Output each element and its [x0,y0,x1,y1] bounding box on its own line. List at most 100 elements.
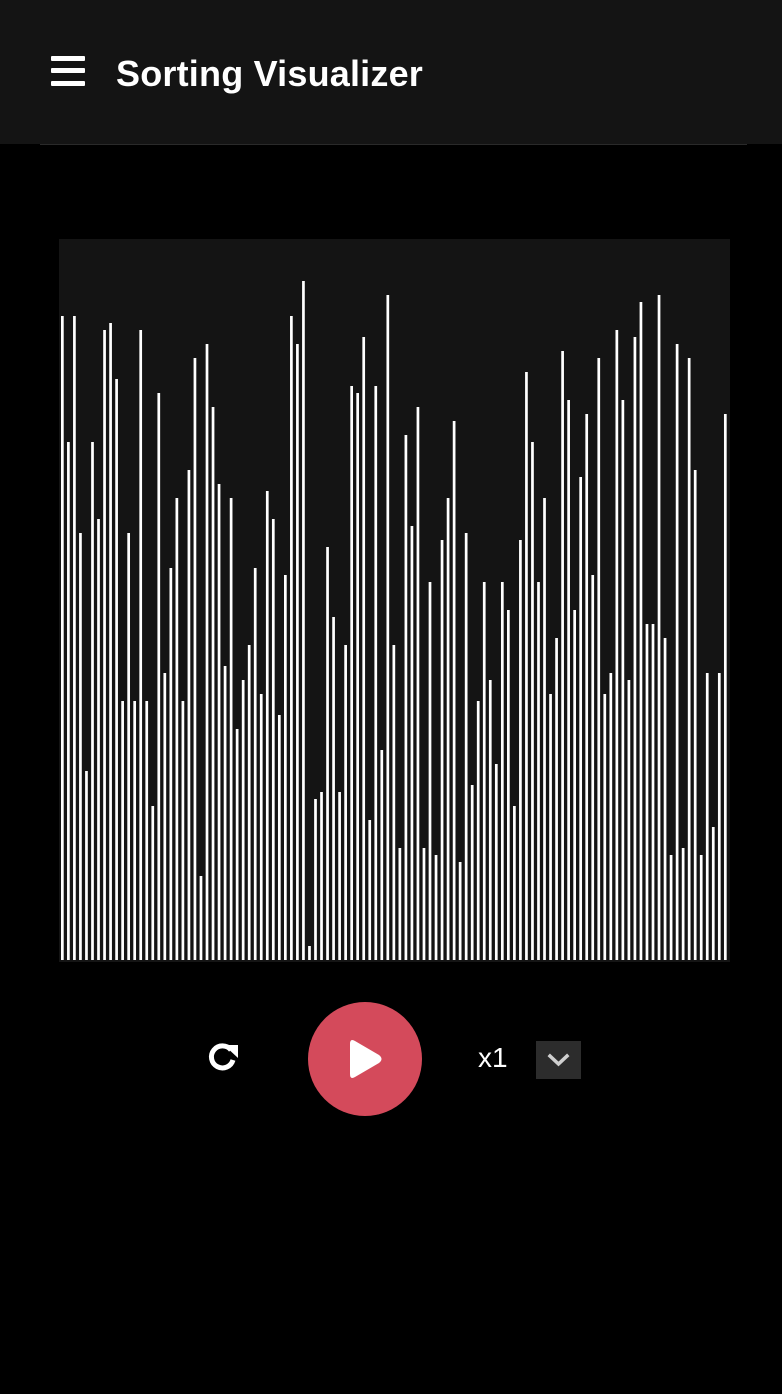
array-bar [308,946,311,960]
array-bar [139,330,143,960]
chevron-down-icon [547,1053,570,1067]
array-bar [67,442,70,960]
array-bar [591,575,595,960]
array-bar [181,701,185,960]
array-bar [338,792,341,960]
app-header: Sorting Visualizer [0,0,782,144]
array-bar [374,386,378,960]
array-bar [543,498,546,960]
array-bar [615,330,619,960]
array-bar [211,407,215,960]
array-bar [507,610,510,960]
array-bar [717,673,721,960]
array-bar [519,540,522,960]
array-bar [386,295,390,960]
array-bar [61,316,64,960]
array-bar [109,323,112,960]
bars-chart [61,281,727,960]
array-bar [344,645,347,960]
array-bar [205,344,209,960]
array-bar [579,477,583,960]
sorting-visualization-panel [59,239,730,962]
play-button[interactable] [308,1002,422,1116]
array-bar [603,694,607,960]
array-bar [525,372,528,960]
array-bar [229,498,233,960]
array-bar [555,638,558,960]
array-bar [458,862,462,960]
menu-button[interactable] [50,54,86,90]
array-bar [627,680,631,960]
array-bar [482,582,486,960]
array-bar [585,414,589,960]
array-bar [699,855,703,960]
array-bar [163,673,167,960]
array-bar [223,666,227,960]
array-bar [217,484,221,960]
array-bar [470,785,474,960]
array-bar [296,344,299,960]
array-bar [235,729,239,960]
array-bar [133,701,137,960]
array-bar [500,582,504,960]
array-bar [669,855,673,960]
array-bar [398,848,402,960]
array-bar [199,876,203,960]
array-bar [187,470,191,960]
array-bar [290,316,293,960]
array-bar [320,792,323,960]
array-bar [115,379,118,960]
refresh-icon [208,1043,238,1071]
speed-dropdown[interactable] [536,1041,581,1079]
array-bar [476,701,480,960]
array-bar [567,400,570,960]
array-bar [362,337,366,960]
array-bar [416,407,420,960]
array-bar [464,533,468,960]
array-bar [488,680,492,960]
array-bar [705,673,709,960]
array-bar [368,820,372,960]
array-bar [169,568,173,960]
array-bar [537,582,540,960]
reset-button[interactable] [200,1033,244,1077]
array-bar [350,386,354,960]
array-bar [145,701,149,960]
array-bar [97,519,100,960]
array-bar [573,610,577,960]
array-bar [259,694,263,960]
array-bar [271,519,275,960]
array-bar [549,694,552,960]
array-bar [332,617,335,960]
array-bar [79,533,82,960]
array-bar [531,442,534,960]
array-bar [687,358,691,960]
array-bar [494,764,498,960]
page-title: Sorting Visualizer [116,53,424,94]
array-bar [284,575,287,960]
array-bar [681,848,685,960]
array-bar [422,848,426,960]
playback-controls: x1 [0,1000,782,1120]
array-bar [247,645,251,960]
array-bar [314,799,317,960]
array-bar [651,624,655,960]
array-bar [241,680,245,960]
array-bar [253,568,257,960]
array-bar [434,855,438,960]
array-bar [693,470,697,960]
array-bar [302,281,305,960]
array-bar [277,715,281,960]
array-bar [265,491,269,960]
array-bar [73,316,76,960]
array-bar [513,806,516,960]
array-bar [127,533,131,960]
array-bar [193,358,197,960]
array-bar [91,442,94,960]
array-bar [175,498,179,960]
array-bar [711,827,715,960]
array-bar [380,750,384,960]
array-bar [121,701,124,960]
array-bar [440,540,444,960]
array-bar [639,302,643,960]
